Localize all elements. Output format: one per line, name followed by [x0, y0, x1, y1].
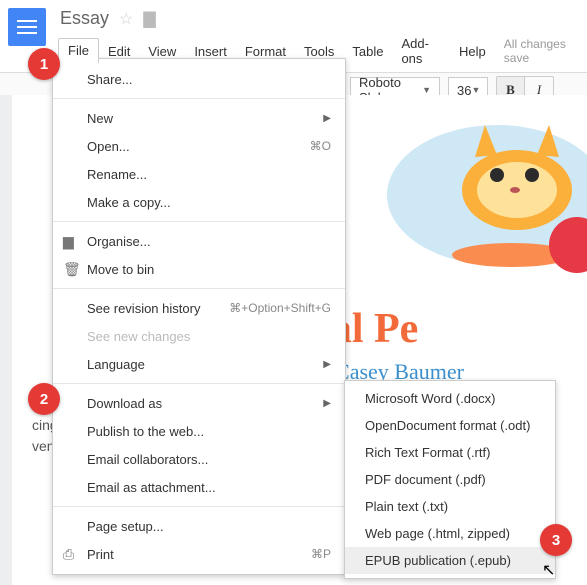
submenu-item-odt[interactable]: OpenDocument format (.odt) — [345, 412, 555, 439]
menu-separator — [53, 221, 345, 222]
menu-item-share[interactable]: Share... — [53, 65, 345, 93]
print-icon: ⎙ — [63, 546, 74, 563]
docs-logo[interactable] — [8, 8, 46, 46]
menu-item-language[interactable]: Language▶ — [53, 350, 345, 378]
menu-file[interactable]: File — [58, 38, 99, 64]
menu-item-open[interactable]: Open...⌘O — [53, 132, 345, 160]
trash-icon: 🗑 — [63, 261, 81, 278]
shortcut: ⌘P — [311, 547, 331, 561]
chevron-right-icon: ▶ — [323, 398, 331, 409]
annotation-badge-3: 3 — [540, 524, 572, 556]
menu-separator — [53, 506, 345, 507]
chevron-down-icon: ▼ — [422, 85, 431, 95]
menu-item-publish[interactable]: Publish to the web... — [53, 417, 345, 445]
folder-icon[interactable]: ▇ — [143, 9, 155, 29]
file-menu-panel: Share... New▶ Open...⌘O Rename... Make a… — [52, 58, 346, 575]
annotation-badge-1: 1 — [28, 48, 60, 80]
menu-table[interactable]: Table — [343, 40, 392, 63]
menu-separator — [53, 288, 345, 289]
shortcut: ⌘O — [310, 139, 331, 153]
menu-item-new[interactable]: New▶ — [53, 104, 345, 132]
cursor-icon: ↖ — [542, 560, 555, 580]
menu-item-print[interactable]: ⎙Print⌘P — [53, 540, 345, 568]
menu-item-email-collab[interactable]: Email collaborators... — [53, 445, 345, 473]
menu-item-see-new: See new changes — [53, 322, 345, 350]
document-title[interactable]: Essay — [60, 8, 109, 29]
submenu-item-html[interactable]: Web page (.html, zipped) — [345, 520, 555, 547]
menu-item-revision[interactable]: See revision history⌘+Option+Shift+G — [53, 294, 345, 322]
chevron-down-icon: ▼ — [471, 85, 480, 95]
menu-item-download-as[interactable]: Download as▶ — [53, 389, 345, 417]
submenu-item-txt[interactable]: Plain text (.txt) — [345, 493, 555, 520]
star-icon[interactable]: ☆ — [119, 9, 133, 29]
submenu-item-docx[interactable]: Microsoft Word (.docx) — [345, 385, 555, 412]
menu-item-email-attach[interactable]: Email as attachment... — [53, 473, 345, 501]
menu-addons[interactable]: Add-ons — [392, 32, 450, 70]
save-status: All changes save — [495, 33, 587, 69]
menu-separator — [53, 98, 345, 99]
illustration-cat — [367, 95, 587, 275]
menu-item-make-copy[interactable]: Make a copy... — [53, 188, 345, 216]
menu-separator — [53, 383, 345, 384]
submenu-item-pdf[interactable]: PDF document (.pdf) — [345, 466, 555, 493]
annotation-badge-2: 2 — [28, 383, 60, 415]
menu-item-organise[interactable]: ▆Organise... — [53, 227, 345, 255]
submenu-item-epub[interactable]: EPUB publication (.epub) — [345, 547, 555, 574]
menu-item-move-to-bin[interactable]: 🗑Move to bin — [53, 255, 345, 283]
chevron-right-icon: ▶ — [323, 113, 331, 124]
shortcut: ⌘+Option+Shift+G — [229, 301, 331, 315]
menu-item-page-setup[interactable]: Page setup... — [53, 512, 345, 540]
chevron-right-icon: ▶ — [323, 359, 331, 370]
menu-help[interactable]: Help — [450, 40, 495, 63]
folder-icon: ▆ — [63, 233, 74, 250]
menu-item-rename[interactable]: Rename... — [53, 160, 345, 188]
submenu-item-rtf[interactable]: Rich Text Format (.rtf) — [345, 439, 555, 466]
download-as-submenu: Microsoft Word (.docx) OpenDocument form… — [344, 380, 556, 579]
